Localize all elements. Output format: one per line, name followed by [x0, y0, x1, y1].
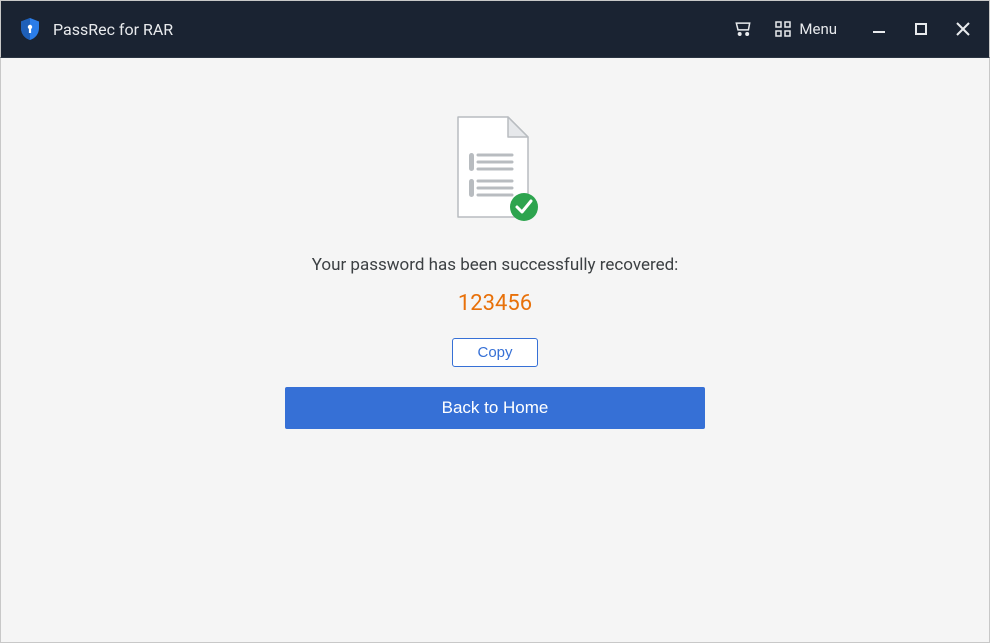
close-button[interactable] — [955, 21, 971, 37]
menu-label: Menu — [799, 20, 837, 38]
minimize-button[interactable] — [871, 21, 887, 37]
cart-icon[interactable] — [733, 19, 753, 39]
app-title: PassRec for RAR — [53, 20, 173, 39]
back-to-home-button[interactable]: Back to Home — [285, 387, 705, 429]
titlebar-left: PassRec for RAR — [19, 17, 173, 41]
success-message: Your password has been successfully reco… — [312, 255, 679, 275]
copy-button[interactable]: Copy — [452, 338, 537, 367]
grid-icon — [775, 21, 791, 37]
window-controls — [871, 21, 971, 37]
maximize-button[interactable] — [913, 21, 929, 37]
menu-button[interactable]: Menu — [775, 20, 837, 38]
recovered-password: 123456 — [458, 291, 532, 316]
titlebar-right: Menu — [733, 19, 971, 39]
shield-icon — [19, 17, 41, 41]
content-area: Your password has been successfully reco… — [0, 58, 990, 643]
titlebar: PassRec for RAR Menu — [0, 0, 990, 58]
document-success-icon — [450, 113, 540, 227]
